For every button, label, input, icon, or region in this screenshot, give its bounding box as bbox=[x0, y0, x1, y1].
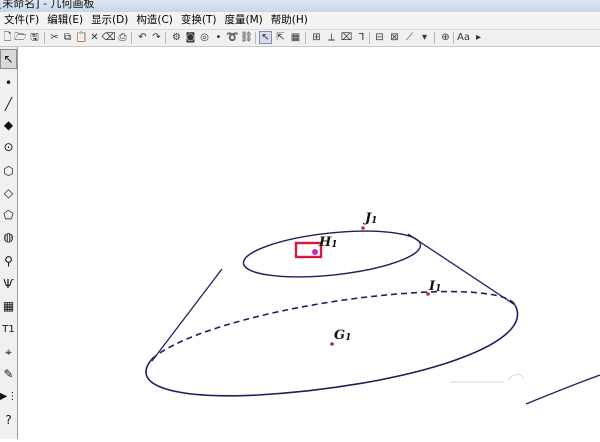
erase-icon[interactable]: ⌫ bbox=[101, 32, 115, 43]
menu-help[interactable]: 帮助(H) bbox=[267, 12, 312, 29]
toolbar-separator bbox=[165, 32, 166, 44]
cut-icon[interactable]: ✂ bbox=[49, 32, 60, 43]
target-icon[interactable]: ◎ bbox=[199, 32, 210, 43]
point-j1[interactable] bbox=[361, 226, 365, 230]
toolbar-separator bbox=[453, 32, 454, 44]
hide-icon[interactable]: ⌧ bbox=[341, 32, 353, 43]
prism-tool-icon[interactable]: ⬠ bbox=[1, 206, 16, 224]
toolbar: 🗋 🗁 🖫 ✂ ⧉ 📋 ✕ ⌫ ⎙ ↶ ↷ ⚙ ◙ ◎ • ➰ ⛓ ↖ ⇱ ▦ ⊞ ⟂ ⌧ Ꞁ ⊟ ⊠ ⟋ ▾ ⊕ Aa ▸ bbox=[0, 30, 600, 47]
redo-icon[interactable]: ↷ bbox=[151, 32, 162, 43]
select-points-icon[interactable]: ⇱ bbox=[275, 32, 286, 43]
toolbar-separator bbox=[305, 32, 306, 44]
frustum-right-generatrix[interactable] bbox=[407, 233, 516, 306]
calculator-tool-icon[interactable]: ▦ bbox=[1, 297, 16, 315]
text-style-icon[interactable]: Aa bbox=[457, 32, 470, 43]
label-icon[interactable]: Ꞁ bbox=[356, 32, 367, 43]
open-icon[interactable]: 🗁 bbox=[14, 32, 26, 43]
highlight-box bbox=[294, 241, 323, 259]
menu-transform[interactable]: 变换(T) bbox=[177, 12, 221, 29]
info-tool-icon[interactable]: ▶⋮ bbox=[0, 387, 17, 405]
label-g1-subscript: 1 bbox=[345, 333, 351, 343]
marker-tool-icon[interactable]: ⌖ bbox=[1, 343, 16, 361]
text-tool-icon[interactable]: T1 bbox=[1, 320, 16, 338]
menu-construct[interactable]: 构造(C) bbox=[132, 12, 177, 29]
settings-icon[interactable]: ⚙ bbox=[171, 32, 182, 43]
frustum-left-generatrix[interactable] bbox=[151, 268, 223, 362]
paste-icon[interactable]: 📋 bbox=[75, 32, 87, 43]
pen-tool-icon[interactable]: ✎ bbox=[1, 365, 16, 383]
toolbar-separator bbox=[434, 32, 435, 44]
toolbar-separator bbox=[131, 32, 132, 44]
toolbar-separator bbox=[369, 32, 370, 44]
point-tool-icon[interactable]: • bbox=[1, 74, 16, 92]
menu-bar: 文件(F) 编辑(E) 显示(D) 构造(C) 变换(T) 度量(M) 帮助(H… bbox=[0, 12, 600, 30]
label-j1-subscript: 1 bbox=[371, 216, 377, 226]
link-icon[interactable]: ⛓ bbox=[240, 32, 253, 43]
toolbar-separator bbox=[44, 32, 45, 44]
camera-icon[interactable]: ◙ bbox=[185, 32, 196, 43]
copy-icon[interactable]: ⧉ bbox=[62, 32, 73, 43]
line-tool-icon[interactable]: ╱ bbox=[1, 95, 16, 113]
undo-icon[interactable]: ↶ bbox=[137, 32, 148, 43]
menu-edit[interactable]: 编辑(E) bbox=[43, 12, 87, 29]
coords-icon[interactable]: ⊠ bbox=[389, 32, 400, 43]
partial-curve[interactable] bbox=[525, 374, 600, 405]
label-h1-subscript: 1 bbox=[331, 240, 337, 250]
title-bar: [未命名] - 几何画板 bbox=[0, 0, 600, 12]
construct-icon[interactable]: ⊞ bbox=[311, 32, 322, 43]
animate-icon[interactable]: ➰ bbox=[226, 32, 238, 43]
toolbox: ↖ • ╱ ◆ ⊙ ⬡ ◇ ⬠ ◍ ⚲ Ѱ ▦ T1 ⌖ ✎ ▶⋮? bbox=[0, 47, 18, 439]
menu-file[interactable]: 文件(F) bbox=[0, 12, 43, 29]
label-i1[interactable]: I1 bbox=[428, 279, 441, 294]
menu-measure[interactable]: 度量(M) bbox=[220, 12, 266, 29]
menu-display[interactable]: 显示(D) bbox=[87, 12, 132, 29]
arrow-tool-icon[interactable]: ↖ bbox=[0, 49, 17, 69]
measure-icon[interactable]: ⟂ bbox=[326, 32, 337, 43]
frustum-bottom-back-arc[interactable] bbox=[151, 290, 516, 360]
cube-tool-icon[interactable]: ⬡ bbox=[1, 162, 16, 180]
frustum-top-ellipse[interactable] bbox=[241, 224, 422, 284]
faint-arc-fragment bbox=[507, 374, 525, 381]
point-h1[interactable] bbox=[312, 249, 318, 255]
label-h1-letter: H bbox=[318, 235, 332, 250]
sphere-tool-icon[interactable]: ◍ bbox=[1, 228, 16, 246]
label-h1[interactable]: H1 bbox=[318, 235, 338, 250]
center-icon[interactable]: ⊕ bbox=[440, 32, 451, 43]
color-icon[interactable]: ▾ bbox=[419, 32, 430, 43]
save-icon[interactable]: 🖫 bbox=[29, 32, 40, 43]
toolbar-separator bbox=[255, 32, 256, 44]
diamond-solid-tool-icon[interactable]: ◇ bbox=[1, 184, 16, 202]
label-i1-subscript: 1 bbox=[435, 284, 441, 294]
line-style-icon[interactable]: ⟋ bbox=[404, 32, 415, 43]
new-icon[interactable]: 🗋 bbox=[2, 32, 13, 43]
delete-icon[interactable]: ✕ bbox=[89, 32, 100, 43]
transform-tool-icon[interactable]: ⚲ bbox=[1, 252, 16, 270]
custom-tool-icon[interactable]: Ѱ bbox=[1, 275, 16, 293]
drawing-canvas[interactable]: J1 H1 I1 G1 bbox=[18, 47, 600, 439]
window-title: [未命名] - 几何画板 bbox=[0, 0, 95, 10]
compass-tool-icon[interactable]: ⊙ bbox=[1, 138, 16, 156]
arrow-select-icon[interactable]: ↖ bbox=[259, 31, 272, 44]
label-g1-letter: G bbox=[334, 328, 345, 343]
table-icon[interactable]: ▦ bbox=[290, 32, 301, 43]
print-icon[interactable]: ⎙ bbox=[117, 32, 128, 43]
grid-icon[interactable]: ⊟ bbox=[374, 32, 385, 43]
more-icon[interactable]: ▸ bbox=[473, 32, 484, 43]
label-j1[interactable]: J1 bbox=[362, 211, 377, 226]
help-tool-icon[interactable]: ? bbox=[1, 411, 16, 429]
point-tool-icon[interactable]: • bbox=[213, 32, 224, 43]
sketch-svg: J1 H1 I1 G1 bbox=[145, 211, 600, 405]
polygon-tool-icon[interactable]: ◆ bbox=[1, 116, 16, 134]
label-g1[interactable]: G1 bbox=[334, 328, 351, 343]
